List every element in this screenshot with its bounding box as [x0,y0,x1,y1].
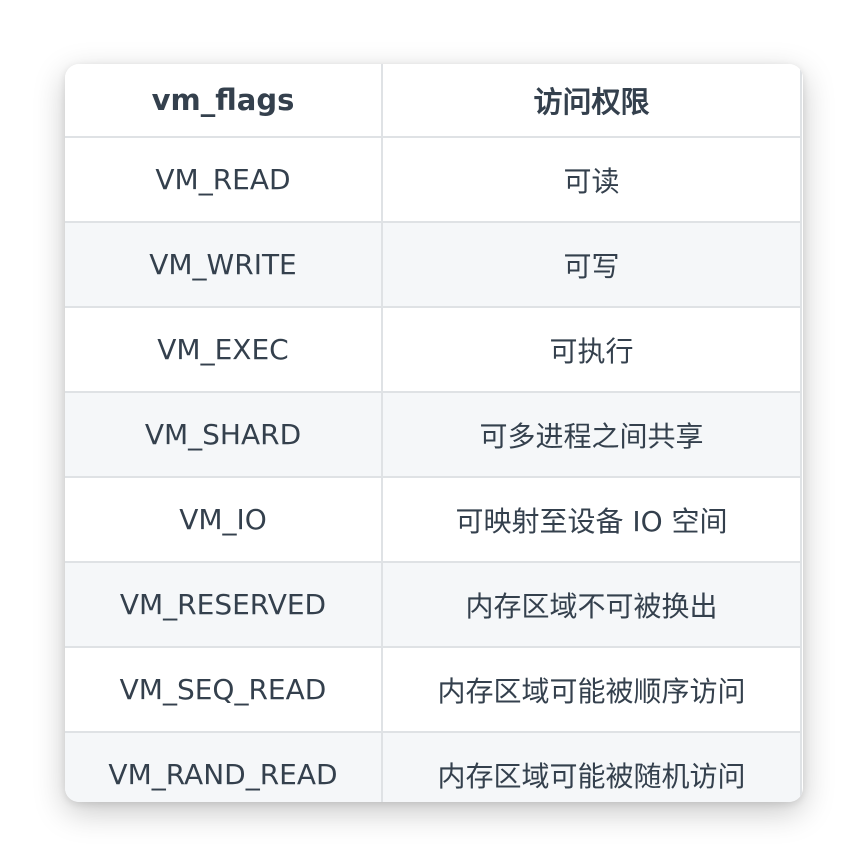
table-row: VM_RAND_READ 内存区域可能被随机访问 [65,731,802,802]
flag-cell: VM_SEQ_READ [65,646,383,733]
flag-cell: VM_RAND_READ [65,731,383,802]
flag-cell: VM_EXEC [65,306,383,393]
table-row: VM_EXEC 可执行 [65,306,802,393]
header-access-permission: 访问权限 [381,64,802,138]
permission-cell: 内存区域可能被顺序访问 [381,646,802,733]
flag-cell: VM_RESERVED [65,561,383,648]
table-row: VM_SHARD 可多进程之间共享 [65,391,802,478]
flag-cell: VM_SHARD [65,391,383,478]
vm-flags-table: vm_flags 访问权限 VM_READ 可读 VM_WRITE 可写 VM_… [65,64,802,802]
permission-cell: 可多进程之间共享 [381,391,802,478]
permission-cell: 内存区域可能被随机访问 [381,731,802,802]
table-card: vm_flags 访问权限 VM_READ 可读 VM_WRITE 可写 VM_… [65,64,803,802]
flag-cell: VM_WRITE [65,221,383,308]
table-row: VM_READ 可读 [65,136,802,223]
table-header-row: vm_flags 访问权限 [65,64,802,138]
permission-cell: 内存区域不可被换出 [381,561,802,648]
flag-cell: VM_READ [65,136,383,223]
table-row: VM_SEQ_READ 内存区域可能被顺序访问 [65,646,802,733]
table-row: VM_IO 可映射至设备 IO 空间 [65,476,802,563]
permission-cell: 可写 [381,221,802,308]
permission-cell: 可映射至设备 IO 空间 [381,476,802,563]
permission-cell: 可执行 [381,306,802,393]
flag-cell: VM_IO [65,476,383,563]
table-row: VM_WRITE 可写 [65,221,802,308]
header-vm-flags: vm_flags [65,64,383,138]
table-row: VM_RESERVED 内存区域不可被换出 [65,561,802,648]
permission-cell: 可读 [381,136,802,223]
